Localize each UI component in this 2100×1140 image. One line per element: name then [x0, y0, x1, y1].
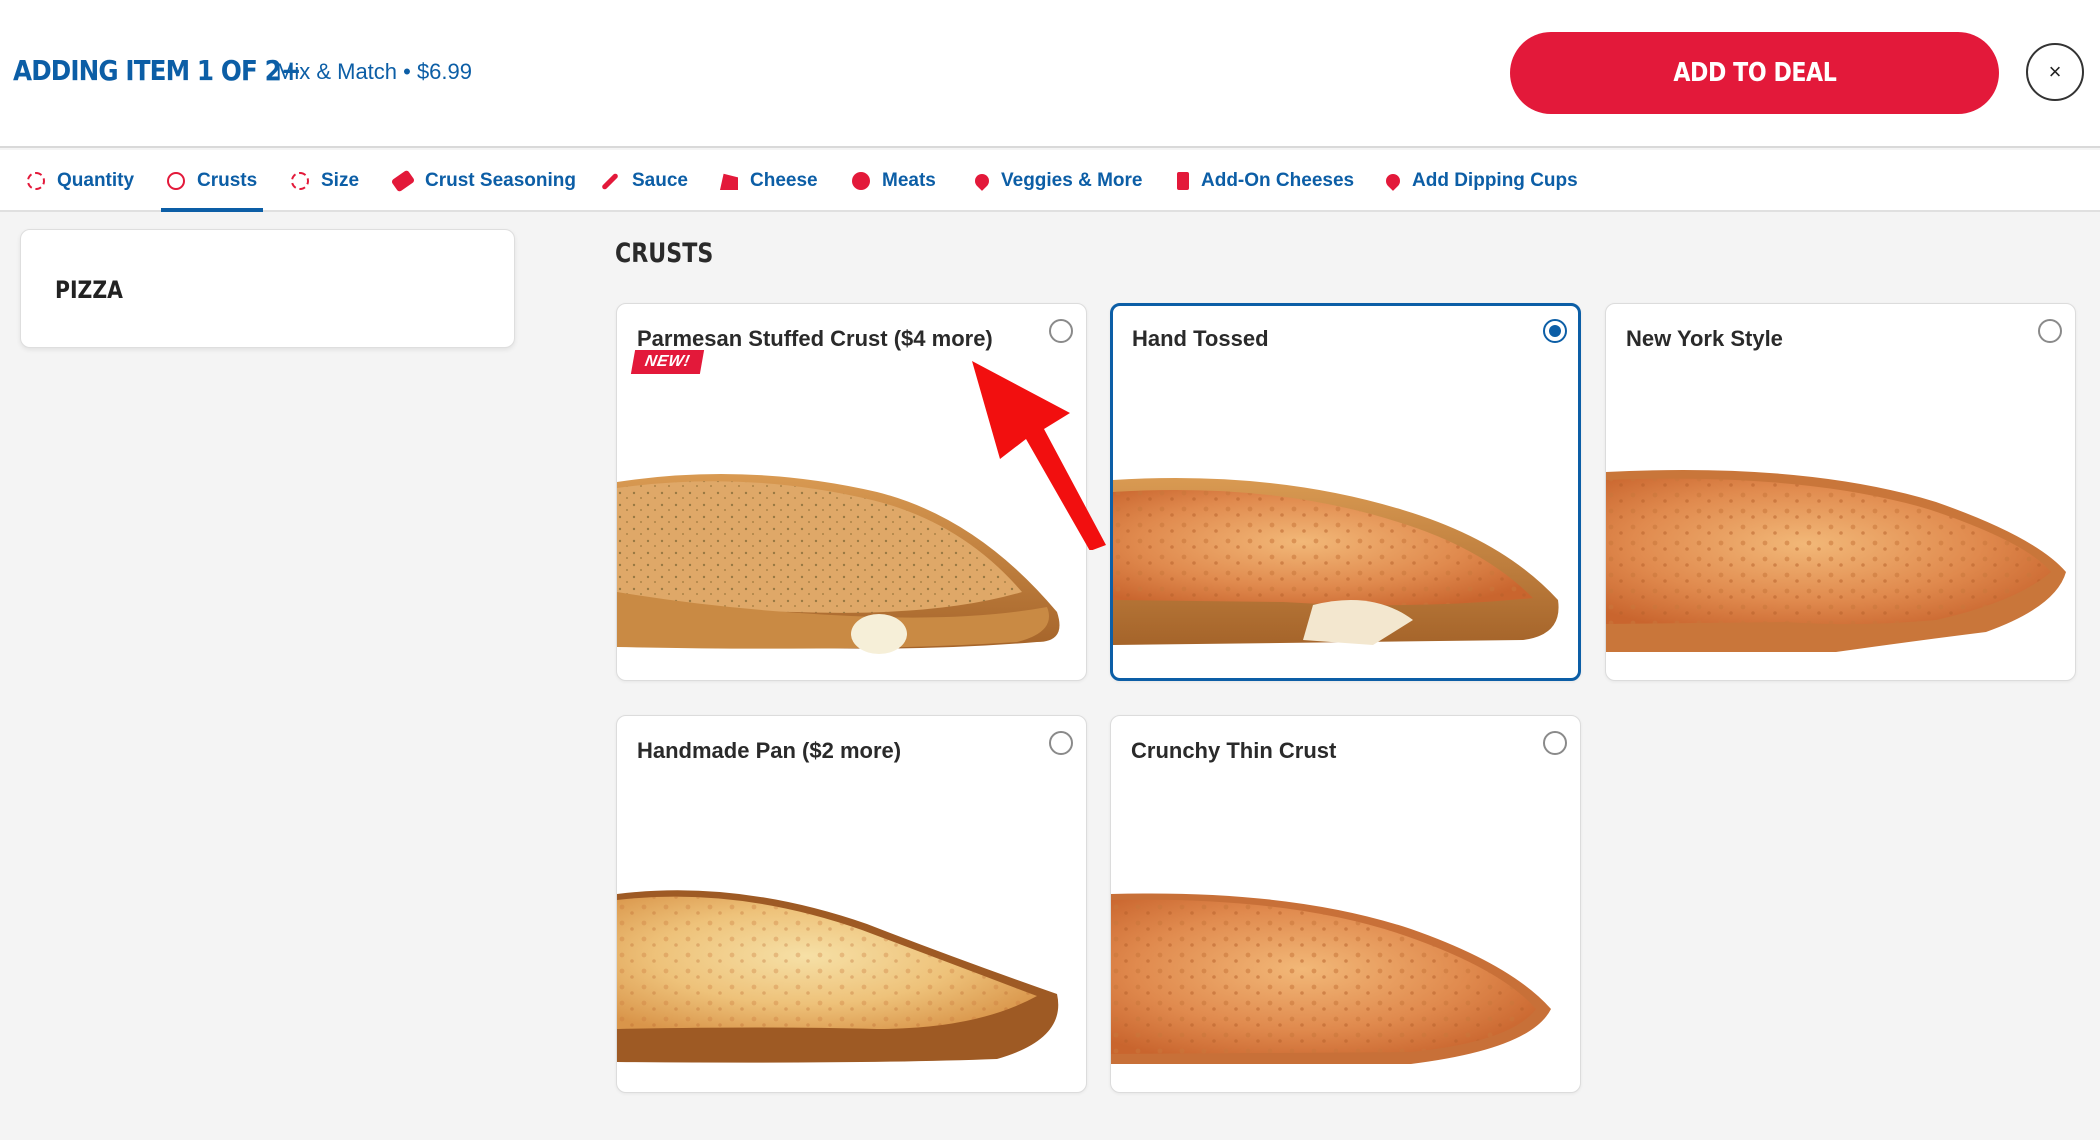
section-title: CRUSTS	[615, 238, 714, 269]
tab-label: Quantity	[57, 170, 135, 191]
tab-dipping-cups[interactable]: Add Dipping Cups	[1383, 150, 1578, 212]
builder-tabs: Quantity Crusts Size Crust Seasoning Sau…	[0, 150, 2100, 212]
crust-label: New York Style	[1626, 326, 1783, 351]
hand-tossed-crust-image	[1113, 478, 1559, 645]
crust-label: Parmesan Stuffed Crust ($4 more)	[637, 326, 993, 351]
tab-label: Size	[321, 170, 360, 191]
crust-radio[interactable]	[1049, 731, 1073, 755]
tab-label: Cheese	[750, 170, 818, 191]
crust-label: Handmade Pan ($2 more)	[637, 738, 902, 763]
crunchy-thin-crust-image	[1111, 893, 1551, 1064]
close-button[interactable]: ×	[2026, 43, 2084, 101]
crust-label: Crunchy Thin Crust	[1131, 738, 1337, 763]
handmade-pan-crust-image	[617, 890, 1059, 1063]
crust-card-handmade-pan[interactable]: Handmade Pan ($2 more)	[616, 715, 1087, 1093]
category-label: PIZZA	[55, 276, 123, 304]
tab-label: Sauce	[632, 170, 688, 191]
tab-crusts[interactable]: Crusts	[160, 150, 264, 212]
tab-sauce[interactable]: Sauce	[600, 150, 688, 212]
adding-item-title: ADDING ITEM 1 OF 2+	[13, 54, 302, 87]
cheese-icon	[720, 173, 738, 190]
deal-subtitle: Mix & Match • $6.99	[276, 59, 473, 84]
tab-crust-seasoning[interactable]: Crust Seasoning	[390, 150, 576, 212]
parmesan-stuffed-crust-image	[617, 474, 1060, 654]
tab-veggies[interactable]: Veggies & More	[972, 150, 1143, 212]
crust-card-crunchy-thin[interactable]: Crunchy Thin Crust	[1110, 715, 1581, 1093]
tab-cheese[interactable]: Cheese	[720, 150, 818, 212]
tab-label: Crusts	[197, 170, 258, 191]
pepperoni-icon	[852, 172, 870, 190]
tab-label: Crust Seasoning	[425, 170, 576, 191]
pepper-icon	[972, 171, 992, 191]
add-to-deal-label: ADD TO DEAL	[1672, 58, 1836, 88]
seasoning-tag-icon	[390, 169, 416, 193]
crust-radio[interactable]	[2038, 319, 2062, 343]
sauce-brush-icon	[601, 172, 619, 190]
tab-label: Meats	[882, 170, 936, 191]
tab-label: Veggies & More	[1001, 170, 1143, 191]
new-badge: NEW!	[630, 350, 704, 374]
tab-size[interactable]: Size	[291, 150, 359, 212]
close-icon: ×	[2048, 59, 2062, 84]
tab-meats[interactable]: Meats	[852, 150, 936, 212]
header-bar: ADDING ITEM 1 OF 2+ Mix & Match • $6.99 …	[0, 0, 2100, 148]
crust-card-parmesan-stuffed[interactable]: Parmesan Stuffed Crust ($4 more) NEW!	[616, 303, 1087, 681]
dashed-circle-icon	[27, 172, 45, 190]
add-to-deal-button[interactable]: ADD TO DEAL	[1510, 32, 1999, 114]
dipping-cup-icon	[1383, 171, 1403, 191]
sidebar-category-pizza[interactable]: PIZZA	[20, 229, 515, 348]
crust-label: Hand Tossed	[1132, 326, 1269, 351]
crust-radio[interactable]	[1543, 731, 1567, 755]
new-york-style-crust-image	[1606, 470, 2066, 652]
tab-add-on-cheeses[interactable]: Add-On Cheeses	[1177, 150, 1354, 212]
crust-radio-selected[interactable]	[1543, 319, 1567, 343]
crust-radio[interactable]	[1049, 319, 1073, 343]
dashed-circle-icon	[291, 172, 309, 190]
crust-card-new-york-style[interactable]: New York Style	[1605, 303, 2076, 681]
circle-icon	[167, 172, 185, 190]
crust-card-hand-tossed[interactable]: Hand Tossed	[1110, 303, 1581, 681]
tab-quantity[interactable]: Quantity	[27, 150, 134, 212]
tab-label: Add Dipping Cups	[1412, 170, 1578, 191]
cheese-block-icon	[1177, 172, 1189, 190]
tab-label: Add-On Cheeses	[1201, 170, 1355, 191]
